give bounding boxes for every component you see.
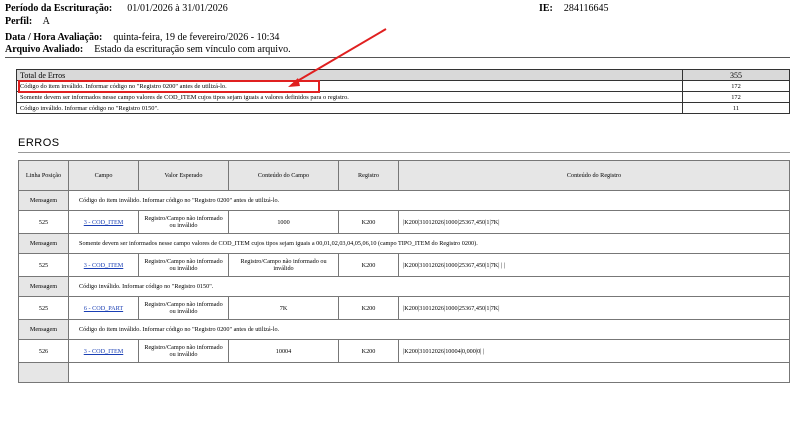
errors-header-row: Linha Posição Campo Valor Esperado Conte… xyxy=(18,160,790,191)
campo-cell: 6 - COD_PART xyxy=(68,296,139,320)
conteudo-campo-cell: 10004 xyxy=(228,339,339,363)
conteudo-campo-cell: Registro/Campo não informado ou inválido xyxy=(228,253,339,277)
linha-cell: 525 xyxy=(18,296,69,320)
message-label xyxy=(18,362,69,383)
message-label: Mensagem xyxy=(18,276,69,297)
campo-cell: 3 - COD_ITEM xyxy=(68,253,139,277)
campo-cell: 3 - COD_ITEM xyxy=(68,210,139,234)
message-text xyxy=(68,362,790,383)
campo-link[interactable]: 6 - COD_PART xyxy=(84,305,123,312)
errors-title: ERROS xyxy=(18,137,60,149)
table-row: 525 3 - COD_ITEM Registro/Campo não info… xyxy=(18,253,790,277)
col-campo: Campo xyxy=(68,160,139,191)
message-label: Mensagem xyxy=(18,319,69,340)
errors-divider xyxy=(18,152,790,153)
valor-esperado-cell: Registro/Campo não informado ou inválido xyxy=(138,210,229,234)
errors-table: Linha Posição Campo Valor Esperado Conte… xyxy=(18,160,790,383)
linha-cell: 525 xyxy=(18,210,69,234)
table-row: 525 6 - COD_PART Registro/Campo não info… xyxy=(18,296,790,320)
message-text: Código inválido. Informar código no "Reg… xyxy=(68,276,790,297)
conteudo-registro-cell: |K200|31012026|1000|25367,450|1|7K| xyxy=(398,296,790,320)
message-row: Mensagem Somente devem ser informados ne… xyxy=(18,233,790,254)
annotation-arrow-icon xyxy=(288,28,387,87)
campo-link[interactable]: 3 - COD_ITEM xyxy=(84,262,124,269)
col-conteudo-campo: Conteúdo do Campo xyxy=(228,160,339,191)
conteudo-campo-cell: 7K xyxy=(228,296,339,320)
col-linha-posicao: Linha Posição xyxy=(18,160,69,191)
linha-cell: 526 xyxy=(18,339,69,363)
campo-cell: 3 - COD_ITEM xyxy=(68,339,139,363)
conteudo-registro-cell: |K200|31012026|10004|0,000|0| | xyxy=(398,339,790,363)
registro-cell: K200 xyxy=(338,253,399,277)
registro-cell: K200 xyxy=(338,296,399,320)
conteudo-registro-cell: |K200|31012026|1000|25367,450|1|7K| xyxy=(398,210,790,234)
message-text: Somente devem ser informados nesse campo… xyxy=(68,233,790,254)
campo-link[interactable]: 3 - COD_ITEM xyxy=(84,348,124,355)
table-row: 525 3 - COD_ITEM Registro/Campo não info… xyxy=(18,210,790,234)
message-label: Mensagem xyxy=(18,233,69,254)
registro-cell: K200 xyxy=(338,339,399,363)
registro-cell: K200 xyxy=(338,210,399,234)
message-text: Código do item inválido. Informar código… xyxy=(68,319,790,340)
col-valor-esperado: Valor Esperado xyxy=(138,160,229,191)
conteudo-campo-cell: 1000 xyxy=(228,210,339,234)
message-label: Mensagem xyxy=(18,190,69,211)
col-conteudo-registro: Conteúdo do Registro xyxy=(398,160,790,191)
message-row: Mensagem Código do item inválido. Inform… xyxy=(18,319,790,340)
col-registro: Registro xyxy=(338,160,399,191)
message-row: Mensagem Código inválido. Informar códig… xyxy=(18,276,790,297)
message-row xyxy=(18,362,790,383)
message-text: Código do item inválido. Informar código… xyxy=(68,190,790,211)
linha-cell: 525 xyxy=(18,253,69,277)
valor-esperado-cell: Registro/Campo não informado ou inválido xyxy=(138,296,229,320)
valor-esperado-cell: Registro/Campo não informado ou inválido xyxy=(138,253,229,277)
conteudo-registro-cell: |K200|31012026|1000|25367,450|1|7K| | | xyxy=(398,253,790,277)
message-row: Mensagem Código do item inválido. Inform… xyxy=(18,190,790,211)
table-row: 526 3 - COD_ITEM Registro/Campo não info… xyxy=(18,339,790,363)
valor-esperado-cell: Registro/Campo não informado ou inválido xyxy=(138,339,229,363)
campo-link[interactable]: 3 - COD_ITEM xyxy=(84,219,124,226)
